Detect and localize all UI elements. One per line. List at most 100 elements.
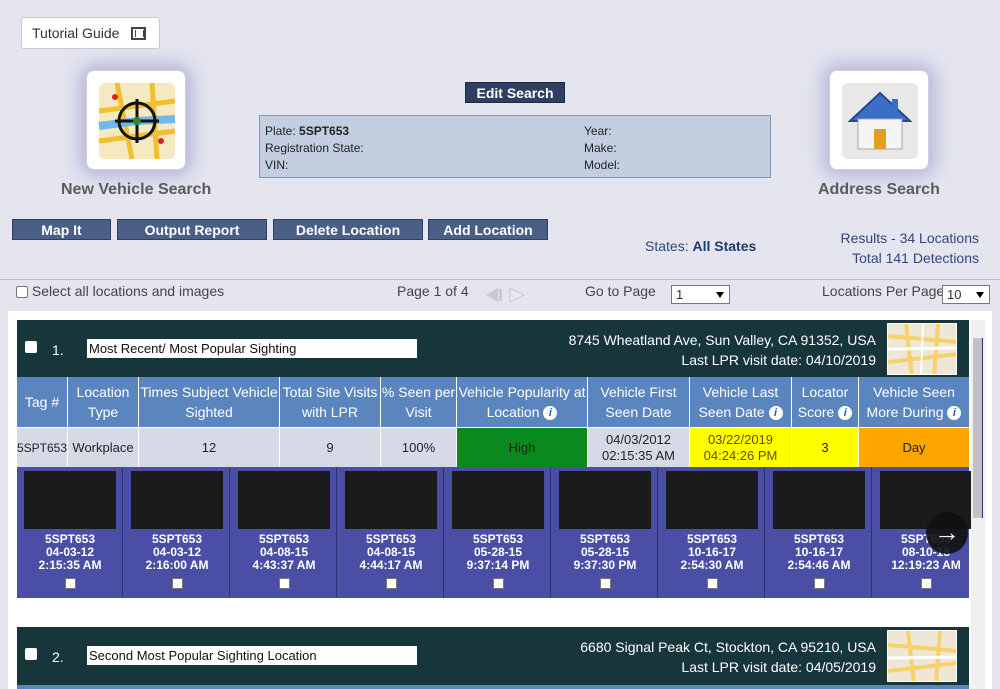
thumbnail-checkbox[interactable] xyxy=(921,578,932,589)
map-icon xyxy=(888,324,956,374)
table-header: Tag # Location Type Times Subject Vehicl… xyxy=(17,377,969,427)
output-report-button[interactable]: Output Report xyxy=(117,219,267,240)
thumbnail-time: 4:43:37 AM xyxy=(252,558,316,572)
lpr-image[interactable] xyxy=(238,471,330,529)
cell-times-sighted: 12 xyxy=(139,428,280,467)
per-page-select[interactable]: 10 xyxy=(942,285,990,304)
location-number: 1. xyxy=(52,342,64,358)
thumbnail-time: 2:54:46 AM xyxy=(787,558,851,572)
vin-label: VIN: xyxy=(265,158,289,172)
thumbnail-checkbox[interactable] xyxy=(814,578,825,589)
lpr-image[interactable] xyxy=(666,471,758,529)
states-label: States: xyxy=(645,238,689,254)
header-first-seen: Vehicle First Seen Date xyxy=(588,377,690,427)
detection-thumbnail[interactable]: 5SPT653 04-08-15 4:44:17 AM xyxy=(338,467,444,598)
house-icon xyxy=(842,83,918,159)
scrollbar[interactable] xyxy=(971,320,985,689)
location-header: 1. Most Recent/ Most Popular Sighting 87… xyxy=(17,320,969,378)
next-images-button[interactable]: → xyxy=(926,512,968,554)
thumbnail-caption: 5SPT653 04-03-12 2:16:00 AM xyxy=(124,533,230,572)
map-thumbnail[interactable] xyxy=(887,323,957,375)
location-address: 6680 Signal Peak Ct, Stockton, CA 95210,… xyxy=(580,639,876,655)
info-icon[interactable]: i xyxy=(543,406,558,421)
thumbnail-checkbox[interactable] xyxy=(493,578,504,589)
lpr-image[interactable] xyxy=(345,471,437,529)
thumbnail-caption: 5SPT653 05-28-15 9:37:30 PM xyxy=(552,533,658,572)
arrow-right-icon: → xyxy=(934,517,960,547)
cell-popularity: High xyxy=(457,428,588,467)
header-seen-during: Vehicle Seen More During i xyxy=(859,377,969,427)
address-search-button[interactable] xyxy=(829,70,929,170)
goto-page-select[interactable]: 1 xyxy=(671,285,730,304)
address-search-label: Address Search xyxy=(818,181,940,198)
info-icon[interactable]: i xyxy=(768,406,783,421)
cell-locator-score: 3 xyxy=(792,428,859,467)
header-pct-seen: % Seen per Visit xyxy=(381,377,457,427)
location-number: 2. xyxy=(52,649,64,665)
thumbnail-checkbox[interactable] xyxy=(600,578,611,589)
lpr-image[interactable] xyxy=(773,471,865,529)
detection-thumbnail[interactable]: 5SPT653 05-28-15 9:37:30 PM xyxy=(552,467,658,598)
scrollbar-thumb[interactable] xyxy=(973,338,983,518)
lpr-image[interactable] xyxy=(24,471,116,529)
add-location-button[interactable]: Add Location xyxy=(428,219,548,240)
next-page-icon xyxy=(509,287,526,303)
select-all-label: Select all locations and images xyxy=(31,283,225,299)
states-value[interactable]: All States xyxy=(692,238,756,254)
thumbnail-checkbox[interactable] xyxy=(65,578,76,589)
thumbnail-checkbox[interactable] xyxy=(279,578,290,589)
thumbnail-checkbox[interactable] xyxy=(707,578,718,589)
header-last-seen: Vehicle Last Seen Date i xyxy=(690,377,792,427)
map-it-button[interactable]: Map It xyxy=(12,219,111,240)
lpr-image[interactable] xyxy=(131,471,223,529)
info-icon[interactable]: i xyxy=(947,406,962,421)
chevron-down-icon xyxy=(716,292,724,298)
states-filter: States: All States xyxy=(645,238,756,254)
page-arrows[interactable] xyxy=(484,287,528,303)
location-name-input[interactable]: Most Recent/ Most Popular Sighting xyxy=(87,339,417,358)
thumbnail-checkbox[interactable] xyxy=(172,578,183,589)
thumbnail-time: 12:19:23 AM xyxy=(891,558,961,572)
cell-last-seen: 03/22/2019 04:24:26 PM xyxy=(690,428,792,467)
results-locations: Results - 34 Locations xyxy=(840,230,979,246)
detection-thumbnail[interactable]: 5SPT653 04-08-15 4:43:37 AM xyxy=(231,467,337,598)
lpr-image[interactable] xyxy=(559,471,651,529)
thumbnail-caption: 5SPT653 04-08-15 4:44:17 AM xyxy=(338,533,444,572)
select-all-checkbox[interactable] xyxy=(16,286,28,299)
select-all-control[interactable]: Select all locations and images xyxy=(16,283,224,307)
detection-thumbnail[interactable]: 5SPT653 05-28-15 9:37:14 PM xyxy=(445,467,551,598)
thumbnail-time: 2:54:30 AM xyxy=(680,558,744,572)
location-name-input[interactable]: Second Most Popular Sighting Location xyxy=(87,646,417,665)
delete-location-button[interactable]: Delete Location xyxy=(273,219,423,240)
per-page-label: Locations Per Page xyxy=(822,283,945,299)
plate-value: 5SPT653 xyxy=(299,124,350,138)
new-vehicle-search-button[interactable] xyxy=(86,70,186,170)
cell-tag: 5SPT653 xyxy=(17,428,68,467)
edit-search-button[interactable]: Edit Search xyxy=(465,82,565,103)
location-checkbox[interactable] xyxy=(25,341,37,353)
detection-thumbnails: 5SPT653 04-03-12 2:15:35 AM 5SPT653 04-03-12… xyxy=(17,467,979,598)
lpr-image[interactable] xyxy=(452,471,544,529)
table-header xyxy=(17,685,969,689)
cell-first-seen: 04/03/2012 02:15:35 AM xyxy=(588,428,690,467)
cell-location-type: Workplace xyxy=(68,428,139,467)
map-thumbnail[interactable] xyxy=(887,630,957,682)
detection-thumbnail[interactable]: 5SPT653 04-03-12 2:15:35 AM xyxy=(17,467,123,598)
info-icon[interactable]: i xyxy=(838,406,853,421)
year-label: Year: xyxy=(584,124,612,138)
detection-thumbnail[interactable]: 5SPT653 04-03-12 2:16:00 AM xyxy=(124,467,230,598)
location-header: 2. Second Most Popular Sighting Location… xyxy=(17,627,969,685)
location-checkbox[interactable] xyxy=(25,648,37,660)
thumbnail-caption: 5SPT653 05-28-15 9:37:14 PM xyxy=(445,533,551,572)
per-page-value: 10 xyxy=(947,287,962,302)
cell-pct-seen: 100% xyxy=(381,428,457,467)
cell-total-visits: 9 xyxy=(280,428,381,467)
detection-thumbnail[interactable]: 5SPT653 10-16-17 2:54:30 AM xyxy=(659,467,765,598)
detection-thumbnail[interactable]: 5SPT653 10-16-17 2:54:46 AM xyxy=(766,467,872,598)
prev-page-icon xyxy=(486,288,498,302)
thumbnail-checkbox[interactable] xyxy=(386,578,397,589)
thumbnail-caption: 5SPT653 10-16-17 2:54:30 AM xyxy=(659,533,765,572)
tutorial-guide-button[interactable]: Tutorial Guide xyxy=(21,17,160,49)
thumbnail-time: 4:44:17 AM xyxy=(359,558,423,572)
new-vehicle-search-label: New Vehicle Search xyxy=(61,181,212,198)
